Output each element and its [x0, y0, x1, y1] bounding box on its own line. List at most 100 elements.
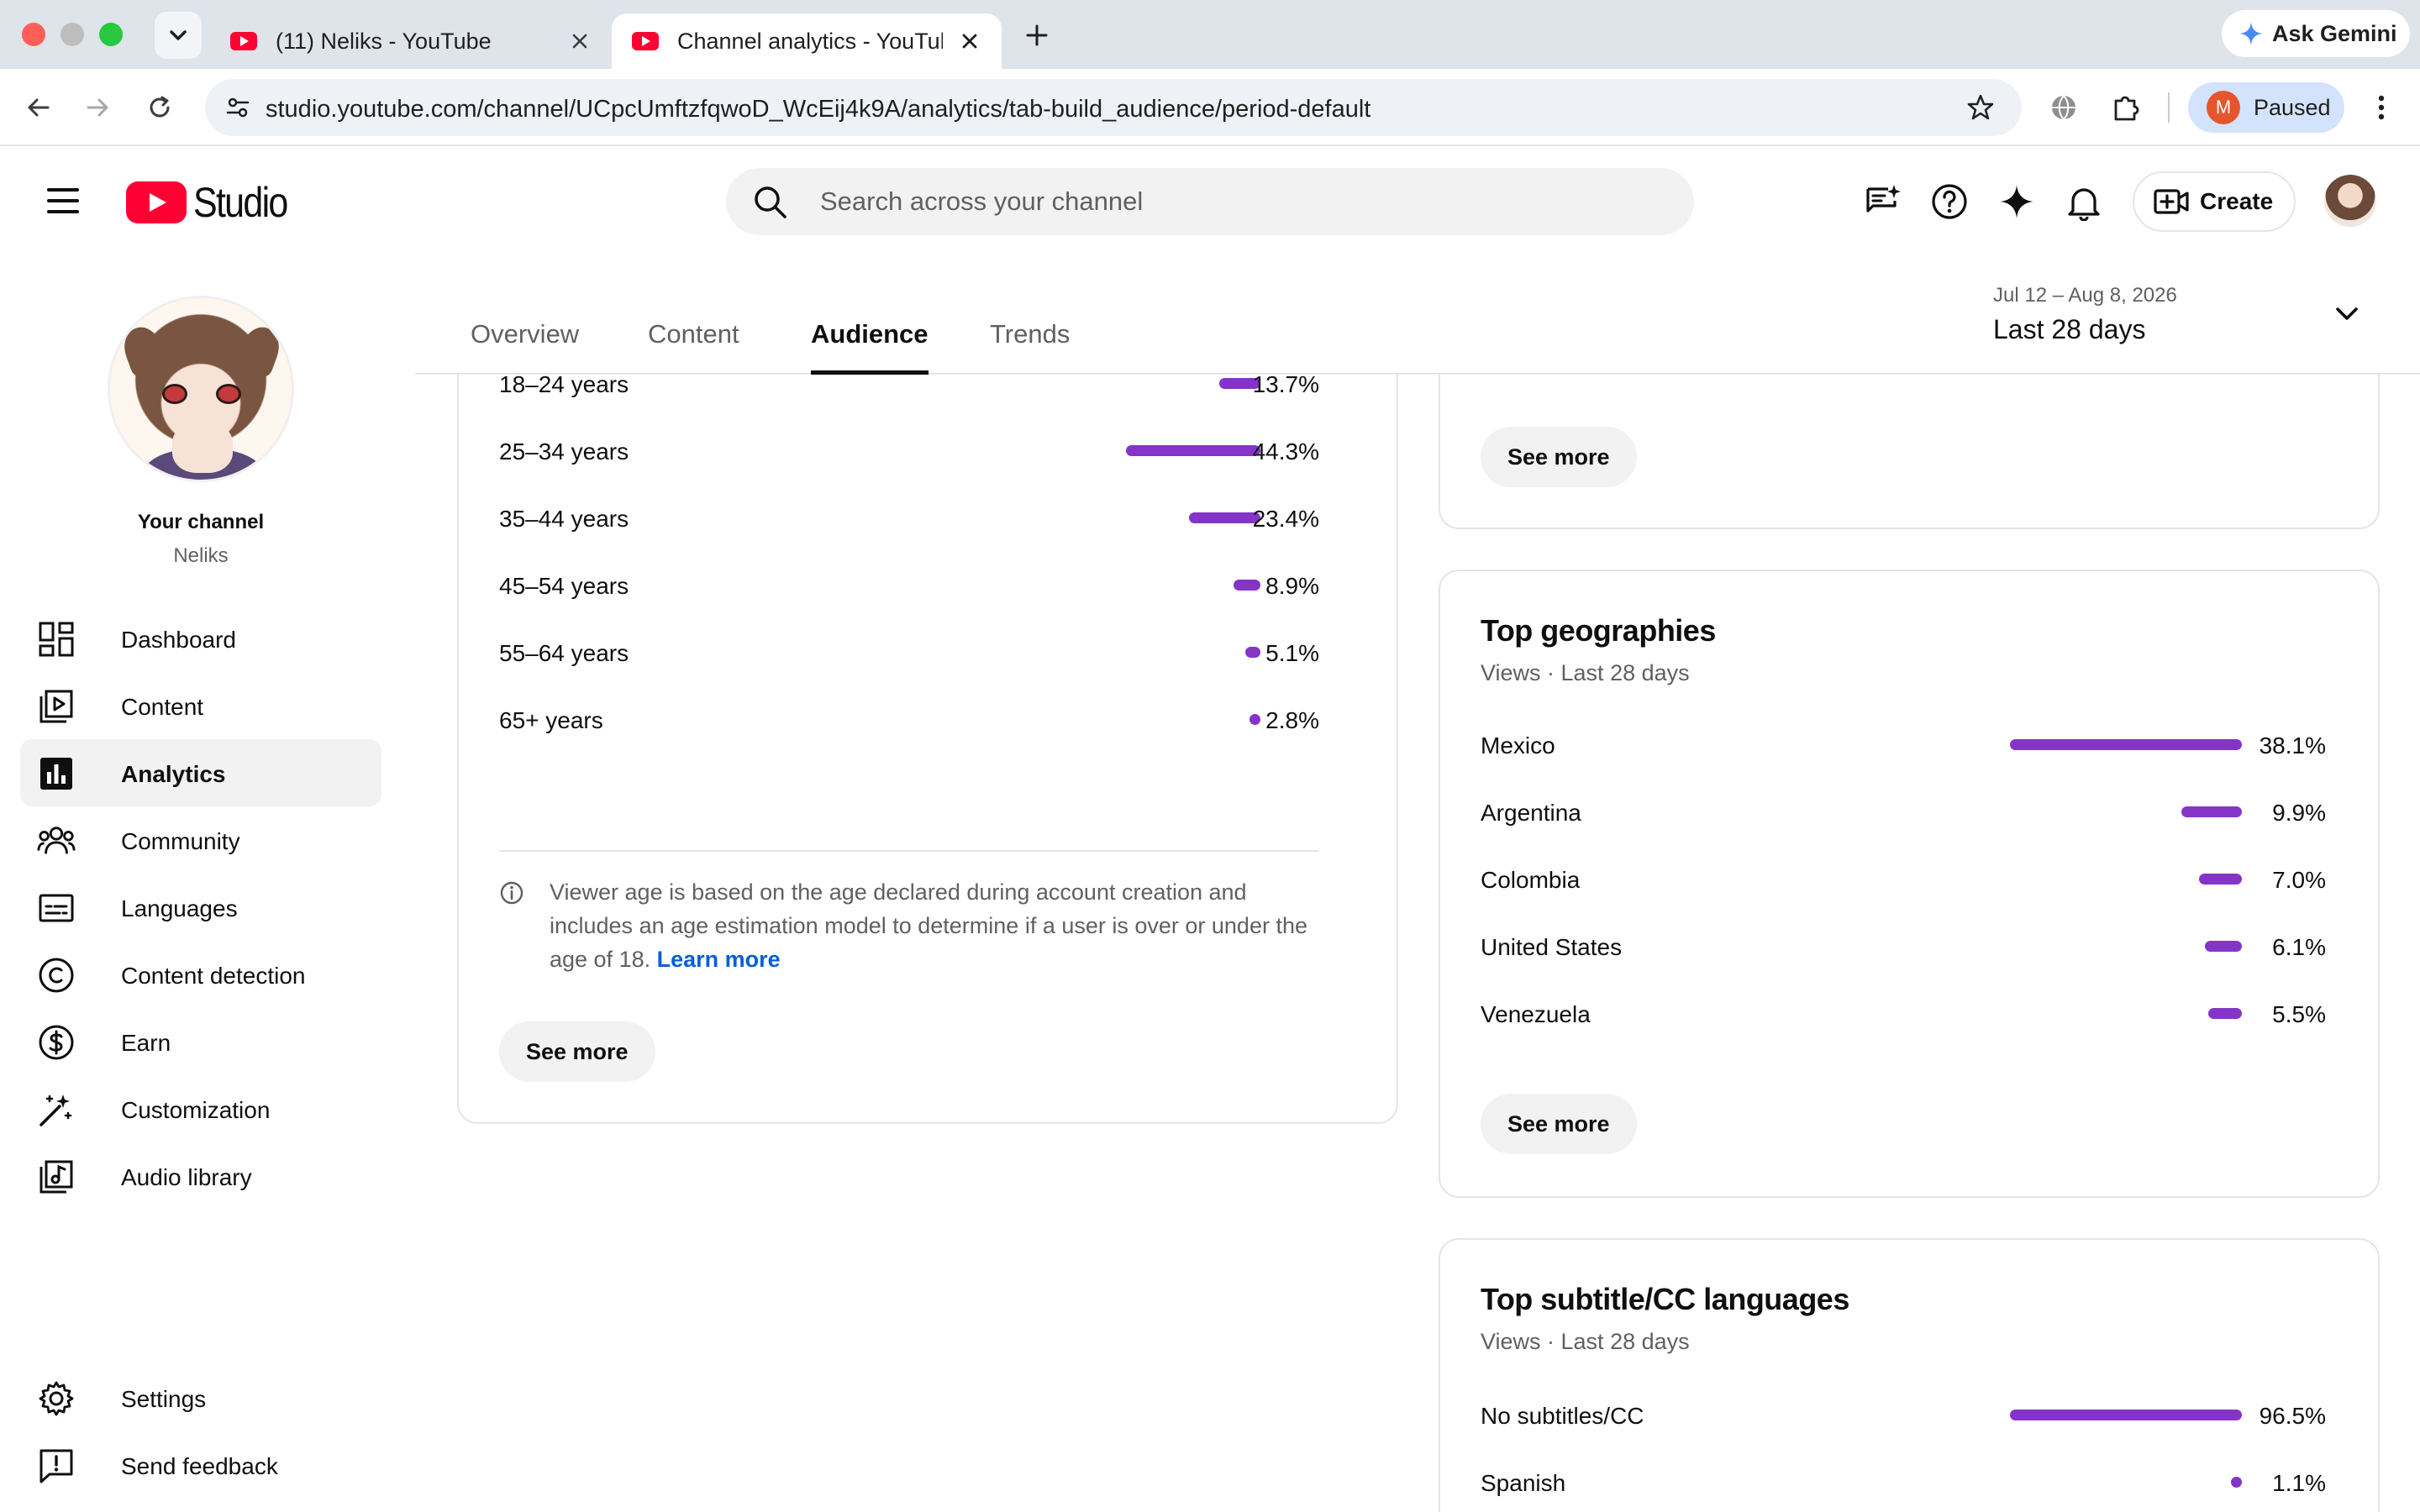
- geography-row: Argentina 9.9%: [1481, 795, 2326, 828]
- sidebar-item-earn[interactable]: Earn: [20, 1008, 381, 1075]
- close-tab-icon[interactable]: [958, 29, 981, 53]
- search-input[interactable]: [820, 168, 1660, 235]
- row-label: Spanish: [1481, 1470, 1566, 1496]
- row-label: 35–44 years: [499, 506, 629, 532]
- notifications-button[interactable]: [2064, 181, 2104, 222]
- row-percentage: 8.9%: [1265, 573, 1319, 599]
- sidebar-item-label: Customization: [121, 1097, 271, 1123]
- ai-sparkle-button[interactable]: [1996, 181, 2037, 222]
- avatar-eye: [216, 384, 241, 404]
- sidebar-item-community[interactable]: Community: [20, 806, 381, 874]
- learn-more-link[interactable]: Learn more: [657, 947, 781, 972]
- period-selector[interactable]: Jul 12 – Aug 8, 2026 Last 28 days: [1993, 284, 2177, 345]
- forward-button[interactable]: [77, 87, 118, 128]
- previous-see-more-button[interactable]: See more: [1481, 427, 1637, 487]
- avatar-ear: [118, 322, 170, 379]
- sidebar-item-content-detection[interactable]: Content detection: [20, 941, 381, 1008]
- age-see-more-button[interactable]: See more: [499, 1021, 655, 1082]
- browser-tab-youtube[interactable]: (11) Neliks - YouTube: [210, 13, 612, 69]
- sidebar: Your channel Neliks Dashboard Content An…: [0, 254, 415, 1512]
- sidebar-item-label: Content detection: [121, 963, 306, 989]
- search-icon[interactable]: [751, 183, 790, 222]
- avatar-hands: [172, 423, 233, 473]
- site-settings-icon[interactable]: [225, 95, 250, 120]
- maximize-window-button[interactable]: [99, 23, 123, 46]
- sidebar-item-languages[interactable]: Languages: [20, 874, 381, 941]
- row-label: No subtitles/CC: [1481, 1403, 1644, 1429]
- studio-logo[interactable]: Studio: [126, 178, 302, 227]
- tab-content[interactable]: Content: [648, 319, 739, 375]
- top-geographies-card: Top geographies Views · Last 28 days Mex…: [1439, 570, 2380, 1198]
- row-label: Venezuela: [1481, 1001, 1591, 1027]
- tab-title: (11) Neliks - YouTube: [276, 28, 492, 54]
- translate-button[interactable]: [2044, 87, 2084, 128]
- geo-see-more-button[interactable]: See more: [1481, 1094, 1637, 1154]
- avatar-ear: [234, 322, 286, 379]
- copyright-icon: [37, 956, 76, 995]
- sidebar-item-label: Community: [121, 828, 240, 854]
- new-tab-button[interactable]: [1020, 18, 1054, 52]
- sidebar-item-content[interactable]: Content: [20, 672, 381, 739]
- sidebar-item-send-feedback[interactable]: Send feedback: [20, 1431, 381, 1499]
- chevron-down-icon: [2336, 307, 2358, 320]
- tab-search-button[interactable]: [155, 12, 202, 59]
- age-row: 35–44 years 23.4%: [499, 501, 1319, 534]
- period-range: Jul 12 – Aug 8, 2026: [1993, 284, 2177, 307]
- sidebar-item-customization[interactable]: Customization: [20, 1075, 381, 1142]
- subtitle-language-row: Spanish 1.1%: [1481, 1465, 2326, 1499]
- dashboard-icon: [37, 620, 76, 659]
- account-avatar[interactable]: [2324, 175, 2376, 227]
- youtube-favicon-icon: [230, 32, 257, 50]
- hamburger-icon-line: [47, 199, 79, 202]
- url-text: studio.youtube.com/channel/UCpcUmftzfqwo…: [266, 96, 1371, 123]
- row-label: Colombia: [1481, 867, 1581, 893]
- bell-icon: [2068, 188, 2100, 221]
- reload-button[interactable]: [139, 87, 180, 128]
- tab-audience[interactable]: Audience: [811, 319, 929, 375]
- geography-row: United States 6.1%: [1481, 929, 2326, 963]
- age-row: 45–54 years 8.9%: [499, 568, 1319, 601]
- search-box[interactable]: [726, 168, 1694, 235]
- reload-icon: [150, 96, 170, 118]
- tab-overview[interactable]: Overview: [471, 319, 579, 375]
- row-percentage: 7.0%: [2272, 867, 2326, 893]
- create-button[interactable]: Create: [2133, 171, 2296, 232]
- message-sparkle-icon: [1866, 185, 1901, 213]
- back-button[interactable]: [18, 87, 59, 128]
- subtitles-icon: [37, 889, 76, 927]
- puzzle-icon: [2114, 96, 2139, 121]
- sidebar-item-audio-library[interactable]: Audio library: [20, 1142, 381, 1210]
- help-button[interactable]: [1929, 181, 1970, 222]
- sidebar-item-settings[interactable]: Settings: [20, 1364, 381, 1431]
- card-divider: [499, 850, 1319, 852]
- address-bar[interactable]: studio.youtube.com/channel/UCpcUmftzfqwo…: [205, 79, 2022, 136]
- arrow-right-icon: [87, 98, 108, 117]
- tab-trends[interactable]: Trends: [990, 319, 1070, 375]
- row-bar: [2208, 1008, 2242, 1019]
- geography-row: Venezuela 5.5%: [1481, 996, 2326, 1030]
- extensions-button[interactable]: [2106, 87, 2146, 128]
- menu-button[interactable]: [47, 188, 81, 213]
- close-window-button[interactable]: [22, 23, 45, 46]
- row-label: Argentina: [1481, 800, 1581, 826]
- card-title: Top subtitle/CC languages: [1481, 1282, 1849, 1316]
- close-tab-icon[interactable]: [568, 29, 592, 53]
- create-label: Create: [2200, 188, 2274, 214]
- bookmark-star-icon[interactable]: [1966, 93, 1995, 122]
- age-row: 55–64 years 5.1%: [499, 635, 1319, 669]
- row-bar: [1126, 445, 1260, 456]
- dollar-icon: [37, 1023, 76, 1062]
- avatar-eye: [162, 384, 187, 404]
- sidebar-item-label: Audio library: [121, 1164, 252, 1190]
- browser-menu-button[interactable]: [2361, 87, 2402, 128]
- sidebar-item-dashboard[interactable]: Dashboard: [20, 605, 381, 672]
- profile-button[interactable]: M Paused: [2188, 82, 2344, 133]
- browser-tab-studio[interactable]: Channel analytics - YouTube Studio: [612, 13, 1002, 69]
- ask-gemini-button[interactable]: Ask Gemini: [2222, 10, 2410, 57]
- period-dropdown-button[interactable]: [2334, 306, 2360, 327]
- channel-avatar[interactable]: [108, 296, 294, 482]
- sidebar-item-analytics[interactable]: Analytics: [20, 739, 381, 806]
- row-label: 18–24 years: [499, 371, 629, 397]
- creator-messages-button[interactable]: [1862, 181, 1902, 222]
- minimize-window-button[interactable]: [60, 23, 84, 46]
